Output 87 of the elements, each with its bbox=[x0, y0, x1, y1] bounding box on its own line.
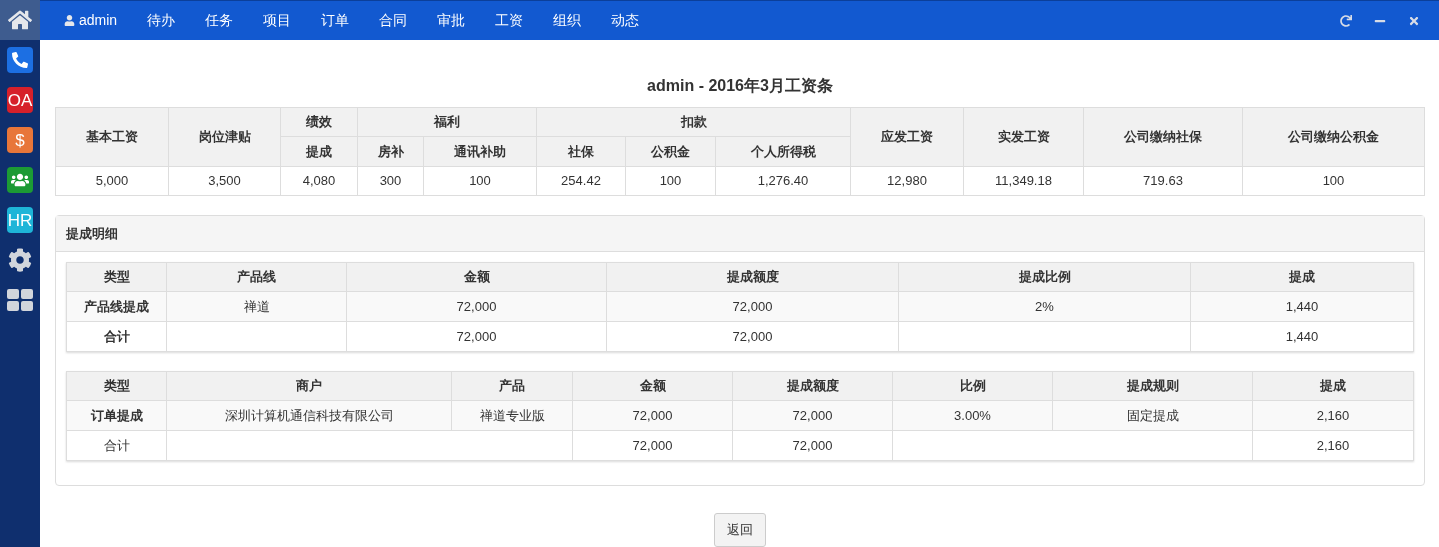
table-cell: 100 bbox=[625, 166, 716, 196]
table-cell: 1,440 bbox=[1190, 291, 1414, 322]
table-cell: 3.00% bbox=[892, 400, 1053, 431]
table-cell: 合计 bbox=[66, 430, 167, 461]
table-cell: 100 bbox=[1242, 166, 1425, 196]
back-button[interactable]: 返回 bbox=[714, 513, 766, 547]
column-header: 提成 bbox=[1190, 262, 1414, 292]
table-cell: 72,000 bbox=[732, 430, 893, 461]
table-cell: 72,000 bbox=[572, 430, 733, 461]
people-app-icon[interactable] bbox=[7, 167, 33, 193]
app-tile[interactable]: OA bbox=[7, 87, 33, 113]
column-header: 社保 bbox=[536, 136, 626, 167]
nav-link[interactable]: 订单 bbox=[321, 10, 350, 31]
column-header: 公司缴纳社保 bbox=[1083, 107, 1243, 167]
table-cell: 2% bbox=[898, 291, 1191, 322]
table-cell: 12,980 bbox=[850, 166, 964, 196]
home-icon bbox=[8, 8, 32, 32]
column-header: 房补 bbox=[357, 136, 424, 167]
table-cell: 2,160 bbox=[1252, 430, 1414, 461]
column-header: 应发工资 bbox=[850, 107, 964, 167]
payslip-title: admin - 2016年3月工资条 bbox=[646, 76, 834, 96]
user-icon bbox=[64, 15, 75, 26]
table-cell: 72,000 bbox=[606, 321, 899, 352]
column-group-header: 福利 bbox=[357, 107, 537, 137]
table-cell: 1,440 bbox=[1190, 321, 1414, 352]
nav-link[interactable]: 合同 bbox=[379, 10, 408, 31]
column-header: 实发工资 bbox=[963, 107, 1084, 167]
column-header: 提成规则 bbox=[1052, 371, 1253, 401]
column-header: 提成比例 bbox=[898, 262, 1191, 292]
user-link[interactable]: admin bbox=[64, 10, 118, 31]
sidebar-item[interactable] bbox=[0, 0, 40, 40]
column-header: 提成 bbox=[280, 136, 358, 167]
table-cell: 100 bbox=[423, 166, 537, 196]
sidebar-item[interactable]: OA bbox=[0, 80, 40, 120]
nav-link[interactable]: 任务 bbox=[205, 10, 234, 31]
column-header: 产品 bbox=[451, 371, 573, 401]
nav-link[interactable]: 项目 bbox=[263, 10, 292, 31]
table-cell: 72,000 bbox=[606, 291, 899, 322]
table-cell: 5,000 bbox=[55, 166, 169, 196]
table-cell: 254.42 bbox=[536, 166, 626, 196]
grid-icon[interactable] bbox=[7, 289, 33, 311]
table-cell: 11,349.18 bbox=[963, 166, 1084, 196]
column-header: 提成 bbox=[1252, 371, 1414, 401]
user-name: admin bbox=[79, 11, 118, 30]
nav-link[interactable]: 工资 bbox=[495, 10, 524, 31]
column-header: 基本工资 bbox=[55, 107, 169, 167]
table-cell: 1,276.40 bbox=[715, 166, 851, 196]
table-cell: 72,000 bbox=[572, 400, 733, 431]
refresh-icon[interactable] bbox=[1340, 14, 1352, 27]
column-header: 商户 bbox=[166, 371, 452, 401]
column-header: 比例 bbox=[892, 371, 1053, 401]
table-cell: 订单提成 bbox=[66, 400, 167, 431]
nav-link[interactable]: 组织 bbox=[553, 10, 582, 31]
column-header: 金额 bbox=[572, 371, 733, 401]
table-cell: 4,080 bbox=[280, 166, 358, 196]
nav-link[interactable]: 审批 bbox=[437, 10, 466, 31]
column-group-header: 扣款 bbox=[536, 107, 851, 137]
column-header: 岗位津贴 bbox=[168, 107, 281, 167]
table-cell: 合计 bbox=[66, 321, 167, 352]
table-cell: 300 bbox=[357, 166, 424, 196]
table-cell: 3,500 bbox=[168, 166, 281, 196]
table-cell: 深圳计算机通信科技有限公司 bbox=[166, 400, 452, 431]
table-cell: 72,000 bbox=[346, 291, 607, 322]
column-header: 类型 bbox=[66, 371, 167, 401]
column-header: 类型 bbox=[66, 262, 167, 292]
column-header: 提成额度 bbox=[732, 371, 893, 401]
settings-icon[interactable] bbox=[8, 248, 32, 272]
table-cell: 禅道专业版 bbox=[451, 400, 573, 431]
panel-title: 提成明细 bbox=[66, 224, 118, 243]
table-cell: 禅道 bbox=[166, 291, 347, 322]
column-header: 提成额度 bbox=[606, 262, 899, 292]
table-cell: 产品线提成 bbox=[66, 291, 167, 322]
table-cell: 固定提成 bbox=[1052, 400, 1253, 431]
column-header: 公司缴纳公积金 bbox=[1242, 107, 1425, 167]
nav-link[interactable]: 动态 bbox=[611, 10, 640, 31]
column-header: 金额 bbox=[346, 262, 607, 292]
close-icon[interactable] bbox=[1408, 14, 1420, 27]
phone-app-icon[interactable] bbox=[7, 47, 33, 73]
table-cell: 72,000 bbox=[732, 400, 893, 431]
nav-link[interactable]: 待办 bbox=[147, 10, 176, 31]
column-header: 产品线 bbox=[166, 262, 347, 292]
column-group-header: 绩效 bbox=[280, 107, 358, 137]
table-cell: 2,160 bbox=[1252, 400, 1414, 431]
column-header: 公积金 bbox=[625, 136, 716, 167]
table-cell: 719.63 bbox=[1083, 166, 1243, 196]
column-header: 通讯补助 bbox=[423, 136, 537, 167]
table-cell: 72,000 bbox=[346, 321, 607, 352]
